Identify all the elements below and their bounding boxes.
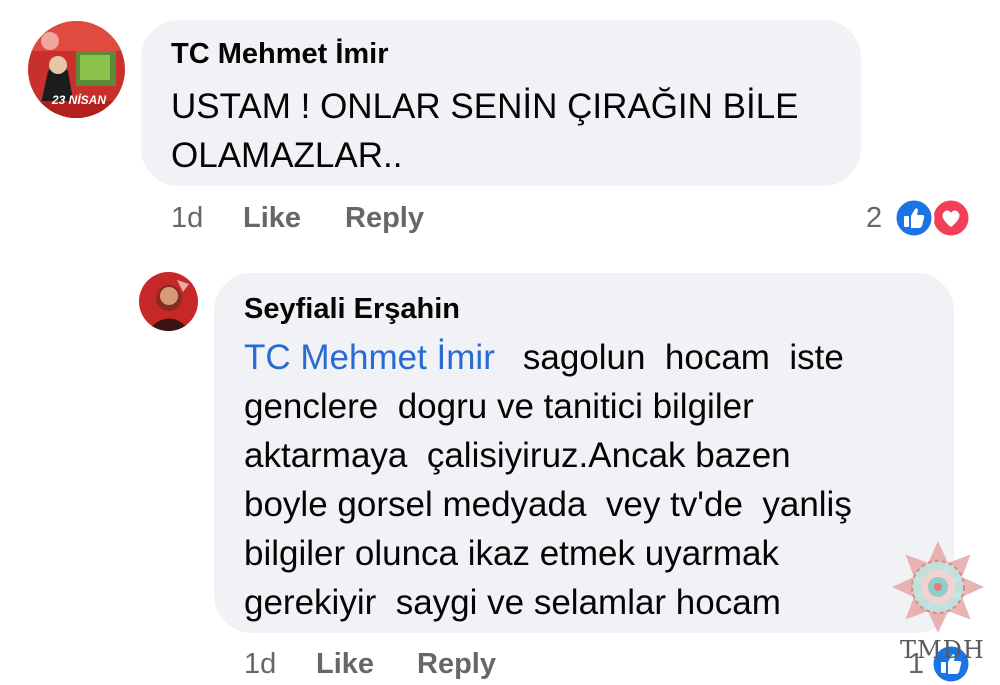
watermark-logo-icon [892,541,984,633]
comment-line: USTAM ! ONLAR SENİN ÇIRAĞIN BİLE [171,87,799,126]
comment-line: genclere dogru ve tanitici bilgiler [244,387,754,426]
reply-button[interactable]: Reply [345,202,424,235]
profile-photo-icon [139,272,198,331]
avatar[interactable]: 23 NİSAN [28,21,125,118]
like-icon [893,197,935,239]
comment-text: TC Mehmet İmir sagolun hocam iste gencler… [244,333,944,627]
comment-timestamp[interactable]: 1d [244,648,276,681]
comment-text: USTAM ! ONLAR SENİN ÇIRAĞIN BİLE OLAMAZL… [171,82,851,180]
comment-line: bilgiler olunca ikaz etmek uyarmak [244,534,779,573]
comment-timestamp[interactable]: 1d [171,202,203,235]
comment-line: TC Mehmet İmir sagolun hocam iste [244,333,944,382]
reaction-count[interactable]: 2 [866,202,882,235]
love-icon [930,197,972,239]
like-button[interactable]: Like [316,648,374,681]
avatar[interactable] [139,272,198,331]
comment-line: aktarmaya çalisiyiruz.Ancak bazen [244,436,791,475]
comment-line-rest: sagolun hocam iste [522,338,844,377]
comment-line: boyle gorsel medyada vey tv'de yanliş [244,485,852,524]
like-button[interactable]: Like [243,202,301,235]
comment-author[interactable]: TC Mehmet İmir [171,38,389,71]
comment-line: OLAMAZLAR.. [171,136,403,175]
avatar-badge: 23 NİSAN [52,93,107,107]
comment-line: gerekiyir saygi ve selamlar hocam [244,583,781,622]
comment-author[interactable]: Seyfiali Erşahin [244,293,460,326]
watermark-text: TMDH [900,636,985,664]
reply-button[interactable]: Reply [417,648,496,681]
mention-link[interactable]: TC Mehmet İmir [244,338,495,377]
